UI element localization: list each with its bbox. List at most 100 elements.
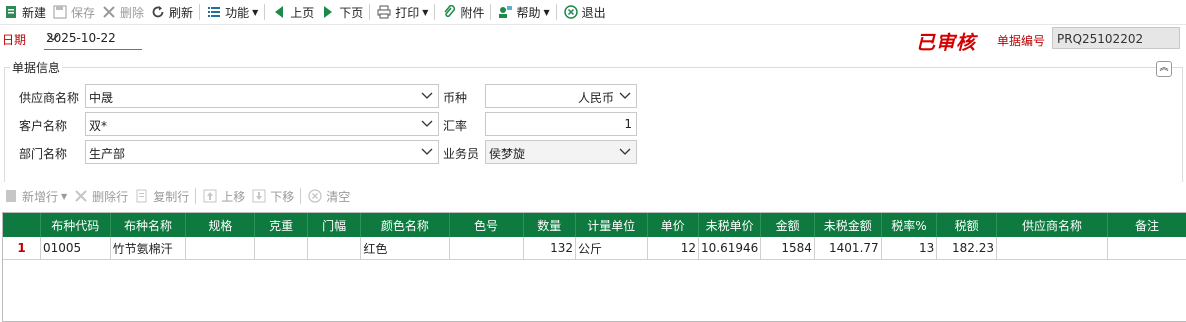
table-cell[interactable]: 182.23: [936, 237, 997, 260]
table-cell[interactable]: [1107, 237, 1186, 260]
customer-select[interactable]: 双*: [85, 112, 439, 136]
next-page-button[interactable]: 下页: [317, 1, 366, 23]
help-user-icon: [497, 4, 513, 20]
attachment-button[interactable]: 附件: [438, 1, 487, 23]
caret-down-icon: ▼: [422, 7, 429, 17]
toolbar-separator: [490, 4, 492, 20]
table-cell[interactable]: 12: [647, 237, 700, 260]
new-row-icon: [3, 188, 19, 204]
copy-row-button[interactable]: 复制行: [131, 185, 192, 207]
supplier-select[interactable]: 中晟: [85, 84, 439, 108]
delete-button[interactable]: 删除: [98, 1, 147, 23]
column-header[interactable]: 税额: [936, 213, 997, 237]
arrow-up-icon: [202, 188, 218, 204]
attachment-label: 附件: [460, 5, 485, 20]
department-value: 生产部: [89, 147, 126, 161]
table-cell[interactable]: 1401.77: [814, 237, 882, 260]
column-header[interactable]: 数量: [523, 213, 577, 237]
table-cell[interactable]: 1584: [760, 237, 815, 260]
table-cell[interactable]: 13: [881, 237, 938, 260]
function-label: 功能: [225, 5, 250, 20]
arrow-down-icon: [251, 188, 267, 204]
department-select[interactable]: 生产部: [85, 140, 439, 164]
column-header[interactable]: 供应商名称: [996, 213, 1108, 237]
doc-number-value: PRQ25102202: [1057, 32, 1144, 46]
column-header[interactable]: 颜色名称: [360, 213, 450, 237]
list-icon: [206, 4, 222, 20]
prev-label: 上页: [290, 5, 315, 20]
doc-number-field[interactable]: PRQ25102202: [1052, 27, 1180, 49]
salesman-value: 侯梦旋: [489, 147, 526, 161]
table-cell[interactable]: 10.61946: [698, 237, 762, 260]
column-header[interactable]: 规格: [185, 213, 256, 237]
delete-x-icon: [101, 4, 117, 20]
copy-row-label: 复制行: [153, 189, 190, 204]
table-cell[interactable]: [449, 237, 524, 260]
column-header[interactable]: 色号: [449, 213, 524, 237]
refresh-button[interactable]: 刷新: [147, 1, 196, 23]
help-menu[interactable]: 帮助 ▼: [494, 1, 552, 23]
table-cell[interactable]: [254, 237, 308, 260]
prev-page-button[interactable]: 上页: [268, 1, 317, 23]
column-header[interactable]: 布种名称: [110, 213, 187, 237]
new-doc-icon: [3, 4, 19, 20]
column-header[interactable]: 门幅: [307, 213, 362, 237]
exit-label: 退出: [581, 5, 606, 20]
exchange-rate-input[interactable]: 1: [485, 112, 637, 136]
date-label: 日期: [2, 33, 27, 47]
save-icon: [52, 4, 68, 20]
column-header[interactable]: 未税金额: [814, 213, 882, 237]
column-header[interactable]: [3, 213, 41, 237]
delete-x-icon: [73, 188, 89, 204]
approved-stamp: 已审核: [916, 32, 977, 54]
move-down-button[interactable]: 下移: [248, 185, 297, 207]
table-cell[interactable]: [307, 237, 362, 260]
table-cell[interactable]: 红色: [360, 237, 450, 260]
row-index[interactable]: 1: [3, 237, 41, 260]
print-menu[interactable]: 打印 ▼: [373, 1, 431, 23]
currency-select[interactable]: 人民币: [485, 84, 637, 108]
table-cell[interactable]: 01005: [40, 237, 111, 260]
column-header[interactable]: 未税单价: [698, 213, 762, 237]
detail-table: 布种代码 布种名称 规格 克重 门幅 颜色名称 色号 数量 计量单位 单价 未税…: [3, 213, 1186, 260]
salesman-select[interactable]: 侯梦旋: [485, 140, 637, 164]
save-button[interactable]: 保存: [49, 1, 98, 23]
delete-row-button[interactable]: 删除行: [70, 185, 131, 207]
exit-circle-x-icon: [563, 4, 579, 20]
column-header[interactable]: 布种代码: [40, 213, 111, 237]
column-header[interactable]: 计量单位: [575, 213, 648, 237]
new-label: 新建: [22, 5, 47, 20]
table-cell[interactable]: [996, 237, 1108, 260]
chevron-down-icon: [618, 144, 632, 161]
table-cell[interactable]: [185, 237, 256, 260]
header-row: 日期 2025-10-22 已审核 单据编号 PRQ25102202: [0, 25, 1186, 54]
collapse-icon[interactable]: ︽: [1156, 61, 1172, 77]
doc-number-label: 单据编号: [997, 34, 1046, 48]
table-cell[interactable]: 132: [523, 237, 577, 260]
table-cell[interactable]: 公斤: [575, 237, 648, 260]
function-menu[interactable]: 功能 ▼: [203, 1, 261, 23]
add-row-label: 新增行: [22, 189, 59, 204]
new-button[interactable]: 新建: [0, 1, 49, 23]
table-cell[interactable]: 竹节氨棉汗: [110, 237, 187, 260]
toolbar-separator: [434, 4, 436, 20]
column-header[interactable]: 单价: [647, 213, 700, 237]
currency-label: 币种: [443, 91, 468, 105]
column-header[interactable]: 税率%: [881, 213, 938, 237]
chevron-down-icon: [618, 88, 632, 105]
currency-value: 人民币: [577, 91, 614, 105]
column-header[interactable]: 备注: [1107, 213, 1186, 237]
clear-button[interactable]: 清空: [304, 185, 353, 207]
move-up-button[interactable]: 上移: [199, 185, 248, 207]
add-row-button[interactable]: 新增行 ▼: [0, 185, 70, 207]
column-header[interactable]: 金额: [760, 213, 815, 237]
delete-label: 删除: [120, 5, 145, 20]
date-picker[interactable]: 2025-10-22: [44, 27, 142, 50]
toolbar-separator: [195, 188, 197, 204]
column-header[interactable]: 克重: [254, 213, 308, 237]
chevron-down-icon: [420, 116, 434, 133]
printer-icon: [376, 4, 392, 20]
copy-icon: [134, 188, 150, 204]
exit-button[interactable]: 退出: [560, 1, 609, 23]
table-row[interactable]: 1 01005 竹节氨棉汗 红色 132 公斤 12 10.61946 1584…: [3, 237, 1186, 260]
